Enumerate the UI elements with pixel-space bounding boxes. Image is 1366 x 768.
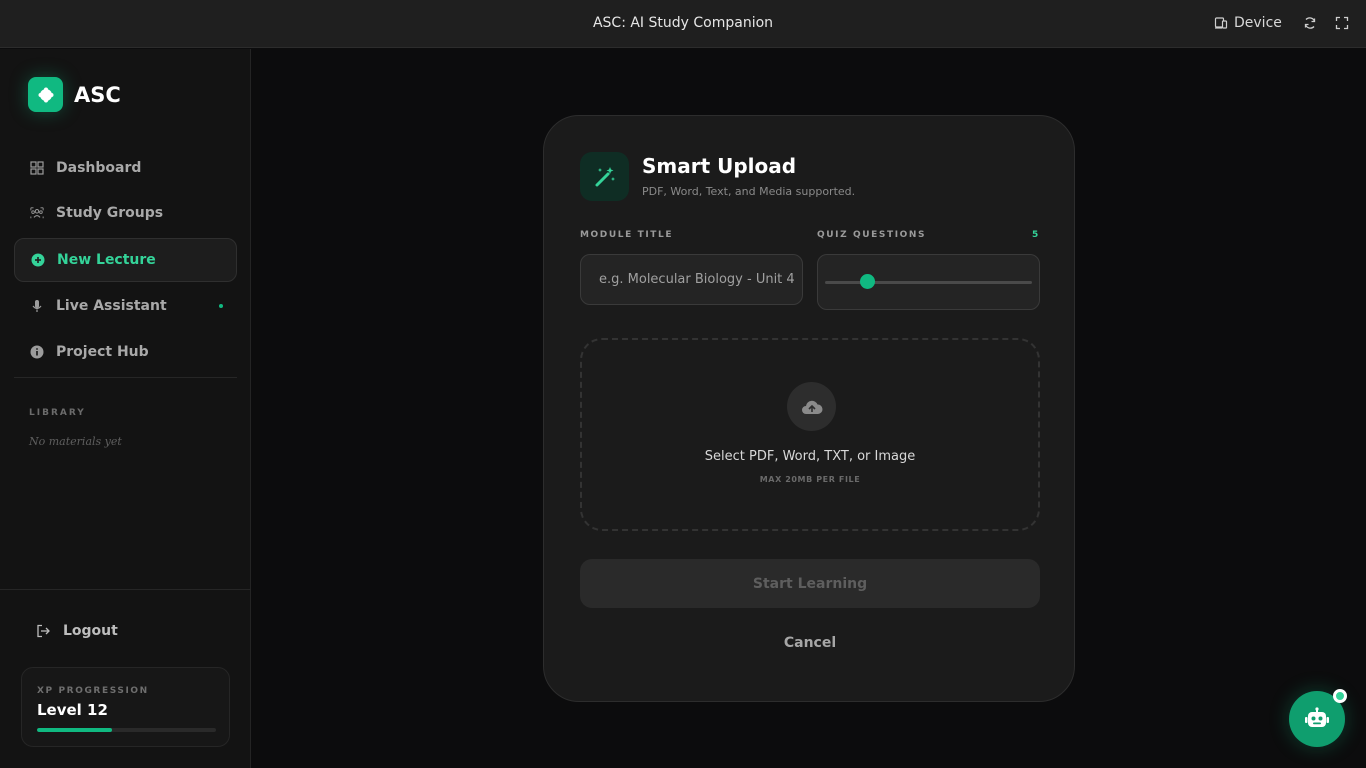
xp-progress-bar	[37, 728, 216, 732]
device-icon	[1214, 17, 1228, 29]
file-dropzone[interactable]: Select PDF, Word, TXT, or Image MAX 20MB…	[580, 338, 1040, 531]
smart-upload-modal: Smart Upload PDF, Word, Text, and Media …	[543, 115, 1075, 702]
brand-name: ASC	[74, 83, 121, 107]
fullscreen-icon[interactable]	[1335, 16, 1349, 30]
module-title-label: MODULE TITLE	[580, 230, 674, 240]
modal-icon-box	[580, 152, 629, 201]
logout-label: Logout	[63, 623, 118, 639]
sidebar-item-label: Study Groups	[56, 205, 164, 221]
sidebar-item-dashboard[interactable]: Dashboard	[14, 146, 237, 190]
start-learning-button[interactable]: Start Learning	[580, 559, 1040, 608]
dropzone-size-limit: MAX 20MB PER FILE	[759, 475, 861, 484]
sidebar-item-live-assistant[interactable]: Live Assistant	[14, 284, 237, 328]
sidebar-item-label: Live Assistant	[56, 298, 167, 314]
brain-icon	[38, 87, 53, 102]
logout-icon	[37, 624, 50, 638]
device-label: Device	[1234, 15, 1282, 31]
sidebar-item-study-groups[interactable]: Study Groups	[14, 191, 237, 235]
brand-logo[interactable]	[28, 77, 63, 112]
quiz-questions-value: 5	[1032, 230, 1039, 240]
slider-track[interactable]	[825, 281, 1032, 284]
sidebar-item-label: Dashboard	[56, 160, 142, 176]
info-circle-icon	[30, 345, 44, 359]
device-button[interactable]: Device	[1214, 15, 1282, 31]
sidebar-divider	[14, 377, 237, 378]
robot-icon	[1305, 707, 1329, 727]
modal-subtitle: PDF, Word, Text, and Media supported.	[642, 185, 856, 198]
xp-label: XP PROGRESSION	[37, 686, 149, 696]
xp-card: XP PROGRESSION Level 12	[21, 667, 230, 747]
cloud-upload-icon	[801, 400, 823, 414]
dropzone-text: Select PDF, Word, TXT, or Image	[704, 449, 916, 464]
title-bar: ASC: AI Study Companion Device	[0, 0, 1366, 48]
plus-circle-icon	[31, 253, 45, 267]
library-heading: LIBRARY	[29, 408, 86, 418]
slider-thumb[interactable]	[859, 274, 875, 289]
magic-wand-icon	[595, 166, 615, 186]
quiz-questions-slider[interactable]	[817, 254, 1040, 310]
quiz-questions-label: QUIZ QUESTIONS	[817, 230, 927, 240]
sidebar-item-label: Project Hub	[56, 344, 149, 360]
grid-icon	[30, 161, 44, 175]
refresh-icon[interactable]	[1303, 16, 1317, 30]
logout-button[interactable]: Logout	[36, 623, 118, 639]
xp-progress-fill	[37, 728, 113, 732]
window-title: ASC: AI Study Companion	[592, 15, 774, 31]
live-status-dot	[219, 304, 223, 308]
upload-icon-circle	[787, 382, 836, 431]
xp-level: Level 12	[37, 701, 108, 719]
module-title-input[interactable]	[580, 254, 803, 305]
assistant-online-indicator	[1333, 689, 1347, 703]
users-icon	[30, 206, 44, 220]
sidebar-item-label: New Lecture	[57, 252, 156, 268]
sidebar: ASC Dashboard Study Groups New Lecture L…	[0, 49, 251, 768]
cancel-button[interactable]: Cancel	[580, 632, 1040, 654]
sidebar-item-project-hub[interactable]: Project Hub	[14, 330, 237, 374]
modal-title: Smart Upload	[642, 154, 797, 178]
sidebar-item-new-lecture[interactable]: New Lecture	[14, 238, 237, 282]
sidebar-divider	[0, 589, 251, 590]
microphone-icon	[30, 299, 44, 313]
library-empty-text: No materials yet	[29, 435, 122, 448]
